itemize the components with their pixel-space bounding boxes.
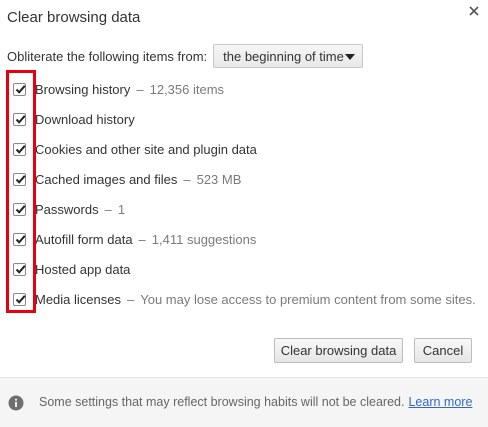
detail-separator: –	[127, 291, 135, 307]
cancel-button[interactable]: Cancel	[414, 338, 472, 363]
item-passwords[interactable]: Passwords – 1	[13, 194, 473, 224]
item-detail: 1	[117, 201, 126, 217]
item-label: Cached images and files	[35, 171, 178, 187]
learn-more-link[interactable]: Learn more	[408, 395, 472, 409]
item-label: Autofill form data	[35, 231, 133, 247]
time-range-row: Obliterate the following items from: the…	[7, 43, 364, 69]
footer-note: Some settings that may reflect browsing …	[0, 377, 488, 427]
item-label: Hosted app data	[35, 261, 131, 277]
item-detail: You may lose access to premium content f…	[140, 291, 476, 307]
dropdown-arrow-icon	[345, 54, 356, 60]
time-range-select[interactable]: the beginning of time	[213, 44, 364, 68]
time-range-label: Obliterate the following items from:	[7, 48, 208, 64]
item-detail: 523 MB	[196, 171, 242, 187]
item-label: Media licenses	[35, 291, 121, 307]
button-bar: Clear browsing data Cancel	[0, 338, 488, 364]
detail-separator: –	[183, 171, 191, 187]
item-label: Browsing history	[35, 81, 131, 97]
info-icon	[8, 395, 24, 411]
item-label: Passwords	[35, 201, 99, 217]
item-label: Cookies and other site and plugin data	[35, 141, 257, 157]
checkbox-highlight-box	[6, 70, 36, 313]
item-cookies[interactable]: Cookies and other site and plugin data	[13, 134, 473, 164]
item-detail: 1,411 suggestions	[151, 231, 257, 247]
footer-text: Some settings that may reflect browsing …	[39, 395, 405, 409]
close-icon[interactable]	[466, 3, 482, 19]
item-browsing-history[interactable]: Browsing history – 12,356 items	[13, 74, 473, 104]
clear-browsing-data-dialog: Clear browsing data Obliterate the follo…	[0, 0, 488, 427]
item-autofill[interactable]: Autofill form data – 1,411 suggestions	[13, 224, 473, 254]
detail-separator: –	[136, 81, 144, 97]
item-label: Download history	[35, 111, 135, 127]
clear-browsing-data-button[interactable]: Clear browsing data	[274, 338, 403, 363]
item-cached-images[interactable]: Cached images and files – 523 MB	[13, 164, 473, 194]
item-media-licenses[interactable]: Media licenses – You may lose access to …	[13, 284, 476, 314]
dialog-title: Clear browsing data	[7, 9, 141, 26]
footer-text-container: Some settings that may reflect browsing …	[39, 395, 472, 409]
item-download-history[interactable]: Download history	[13, 104, 473, 134]
item-detail: 12,356 items	[149, 81, 225, 97]
detail-separator: –	[104, 201, 112, 217]
item-hosted-app-data[interactable]: Hosted app data	[13, 254, 473, 284]
time-range-selected-value: the beginning of time	[223, 48, 344, 64]
detail-separator: –	[138, 231, 146, 247]
